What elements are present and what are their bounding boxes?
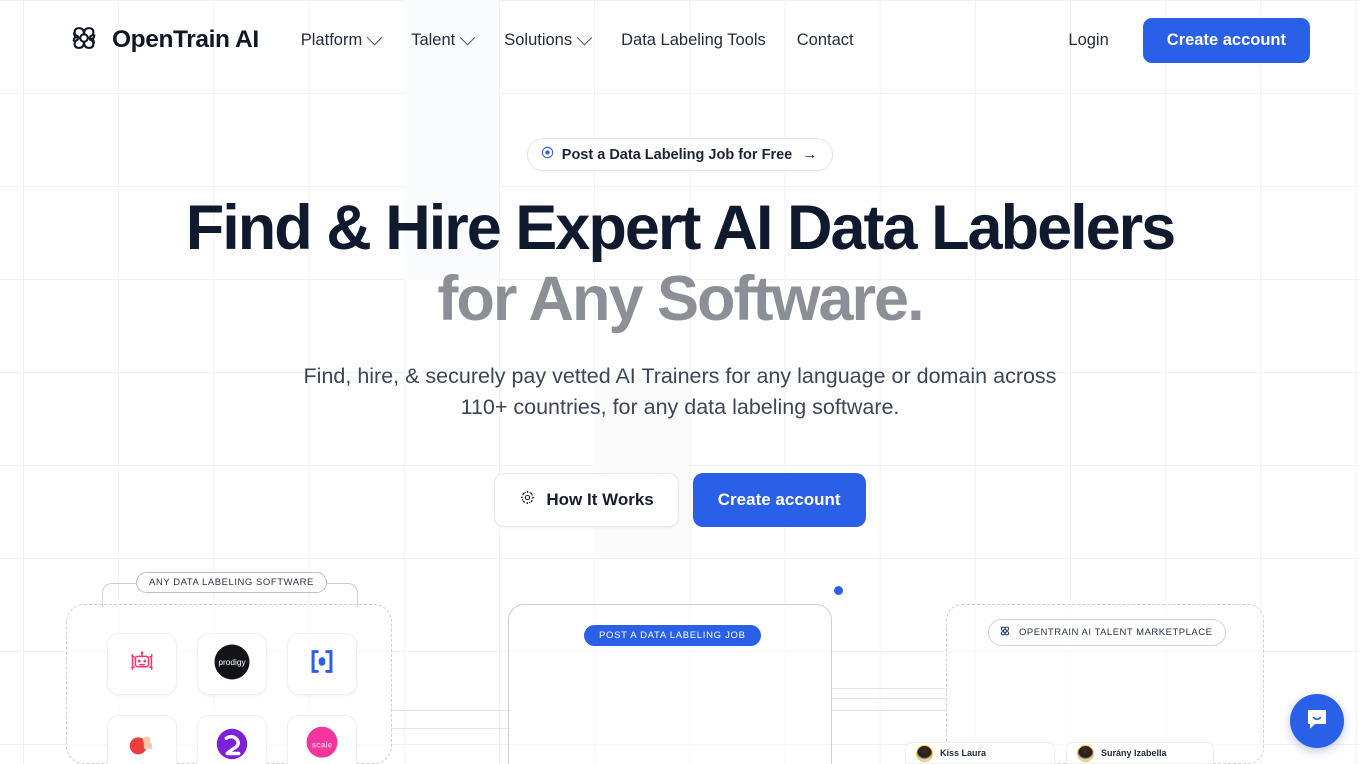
avatar — [916, 744, 933, 762]
nav-item-solutions-label: Solutions — [504, 30, 573, 49]
chevron-down-icon — [459, 29, 476, 45]
page-title: Find & Hire Expert AI Data Labelers for … — [0, 193, 1360, 335]
nav-item-data-labeling-tools-label: Data Labeling Tools — [621, 30, 766, 49]
prodigy-icon: prodigy — [211, 641, 253, 688]
flow-connector-line — [832, 710, 948, 711]
neural-rosette-icon — [998, 624, 1012, 641]
hero-section: Post a Data Labeling Job for Free → Find… — [0, 80, 1360, 528]
how-it-works-button[interactable]: How It Works — [494, 473, 679, 528]
nav-item-contact[interactable]: Contact — [797, 31, 854, 50]
decorative-blue-dot — [834, 586, 843, 595]
avatar — [1077, 744, 1094, 762]
flow-connector-line — [832, 698, 948, 699]
how-it-works-label: How It Works — [546, 490, 654, 510]
hero-action-buttons: How It Works Create account — [0, 473, 1360, 528]
tool-tile-purple[interactable] — [197, 715, 267, 764]
talent-name: Kiss Laura — [940, 748, 987, 758]
svg-text:scale: scale — [312, 740, 333, 749]
talent-marketplace-badge-label: OPENTRAIN AI TALENT MARKETPLACE — [1019, 627, 1213, 638]
hero-subtitle: Find, hire, & securely pay vetted AI Tra… — [303, 364, 1057, 419]
create-account-button-hero[interactable]: Create account — [692, 473, 866, 528]
tool-tile-cvat[interactable] — [287, 633, 357, 695]
tool-tile-scale[interactable]: scale — [287, 715, 357, 764]
post-job-badge-link[interactable]: Post a Data Labeling Job for Free → — [526, 138, 834, 171]
nav-right-actions: Login Create account — [1068, 17, 1310, 63]
robot-pink-icon — [127, 647, 157, 682]
brand-name: OpenTrain AI — [112, 26, 259, 53]
nav-item-contact-label: Contact — [796, 30, 854, 49]
nav-item-talent-label: Talent — [411, 30, 456, 49]
purple-tool-icon — [213, 725, 251, 764]
talent-strip[interactable]: Surány Izabella — [1066, 742, 1214, 764]
tool-tile-prodigy[interactable]: prodigy — [197, 633, 267, 695]
chat-bubble-smile-icon — [1303, 705, 1331, 738]
brand-logo-link[interactable]: OpenTrain AI — [66, 20, 259, 61]
any-data-labeling-software-label: ANY DATA LABELING SOFTWARE — [136, 572, 327, 593]
talent-name: Surány Izabella — [1101, 748, 1167, 758]
svg-text:prodigy: prodigy — [218, 657, 246, 667]
gear-icon — [519, 489, 536, 511]
nav-item-data-labeling-tools[interactable]: Data Labeling Tools — [621, 31, 766, 50]
post-a-data-labeling-job-badge: POST A DATA LABELING JOB — [584, 625, 761, 646]
talent-strip[interactable]: Kiss Laura — [905, 742, 1055, 764]
any-data-labeling-software-panel: prodigy scale — [66, 604, 392, 764]
top-navigation-bar: OpenTrain AI Platform Talent Solutions D… — [0, 0, 1360, 80]
red-tool-icon — [125, 727, 159, 764]
nav-item-talent[interactable]: Talent — [411, 29, 476, 50]
post-job-badge-label: Post a Data Labeling Job for Free — [561, 146, 793, 163]
page-title-line-2: for Any Software. — [437, 264, 924, 335]
arrow-right-icon: → — [802, 146, 818, 163]
nav-links: Platform Talent Solutions Data Labeling … — [300, 29, 854, 50]
flow-connector-line — [392, 728, 510, 729]
label-connector-left — [102, 583, 140, 607]
tool-logo-grid: prodigy scale — [107, 633, 357, 764]
nav-item-platform-label: Platform — [300, 30, 363, 49]
chat-widget-button[interactable] — [1290, 694, 1344, 748]
create-account-button-nav[interactable]: Create account — [1142, 17, 1310, 63]
nav-item-platform[interactable]: Platform — [300, 29, 383, 50]
flow-connector-line — [392, 710, 510, 711]
flow-connector-line — [832, 688, 948, 689]
tool-tile-red[interactable] — [107, 715, 177, 764]
talent-marketplace-badge: OPENTRAIN AI TALENT MARKETPLACE — [988, 619, 1227, 646]
nav-item-solutions[interactable]: Solutions — [504, 29, 593, 50]
neural-rosette-icon — [66, 20, 102, 61]
scale-icon: scale — [302, 724, 342, 764]
cvat-blue-icon — [306, 646, 338, 683]
page-title-line-1: Find & Hire Expert AI Data Labelers — [185, 193, 1176, 263]
target-circle-icon — [541, 146, 554, 163]
chevron-down-icon — [576, 29, 593, 45]
tool-tile-robot[interactable] — [107, 633, 177, 695]
chevron-down-icon — [366, 29, 383, 45]
login-link[interactable]: Login — [1068, 31, 1108, 50]
